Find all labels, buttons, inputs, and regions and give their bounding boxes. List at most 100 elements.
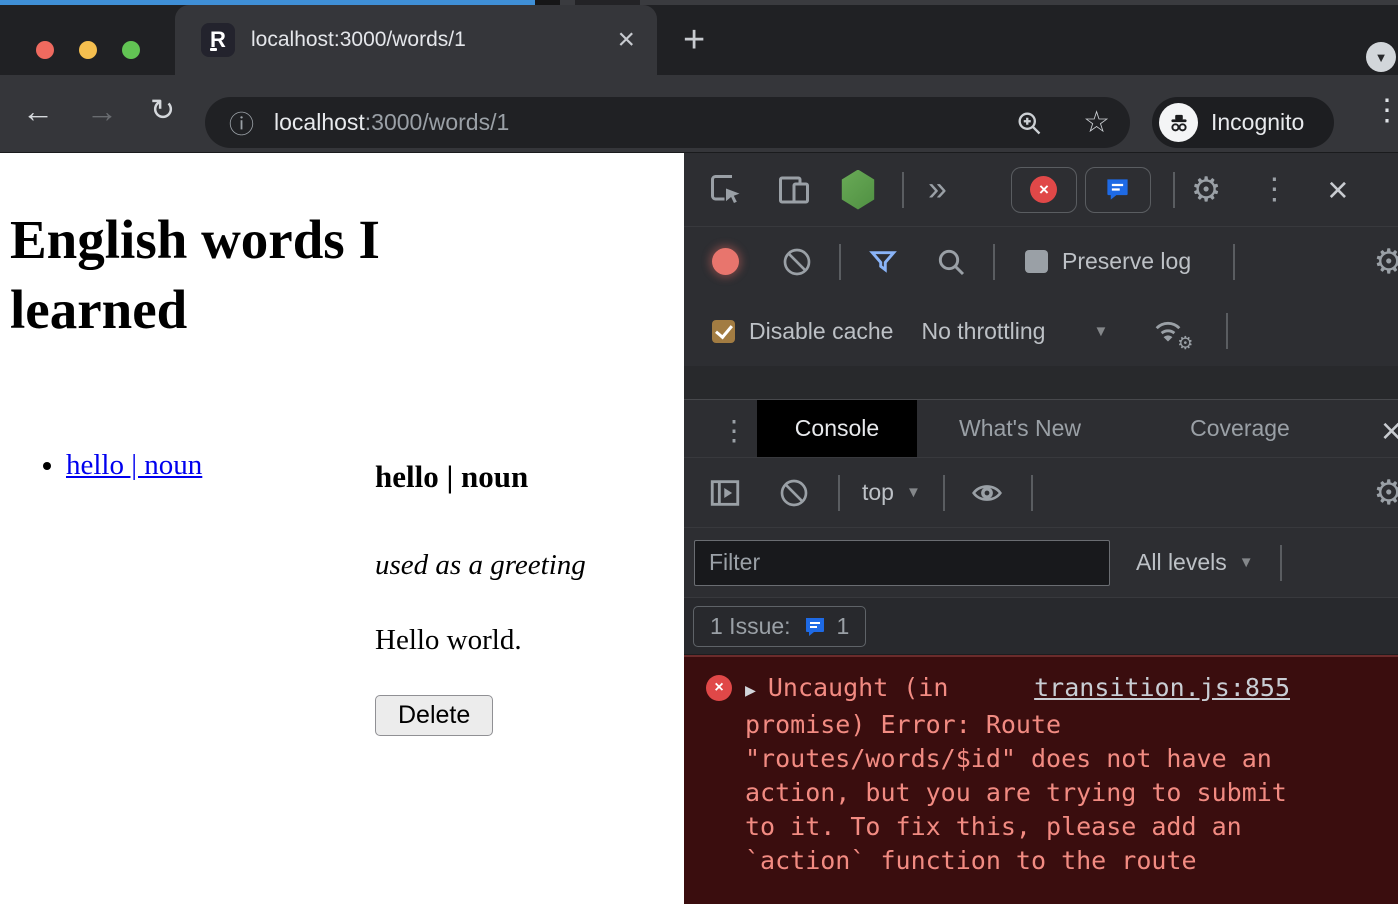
inspect-element-icon[interactable] [708,172,744,208]
page-title: English words I learned [10,205,520,345]
devtools-panel: » × ⚙ ⋮ × [684,153,1398,904]
drawer-close-icon[interactable]: × [1381,410,1398,452]
drawer-tab-bar: ⋮ Console What's New Coverage × [684,399,1398,458]
minimize-window-button[interactable] [79,41,97,59]
incognito-badge: Incognito [1152,97,1334,148]
issues-button[interactable] [1085,167,1151,213]
issue-count: 1 [837,613,850,640]
disable-cache-checkbox[interactable] [712,320,735,343]
url-text: localhost:3000/words/1 [274,109,1015,136]
devtools-close-icon[interactable]: × [1327,169,1348,211]
network-conditions-icon[interactable]: ⚙ [1150,314,1186,348]
tab-coverage[interactable]: Coverage [1175,400,1305,457]
forward-icon[interactable]: → [86,93,118,130]
word-example: Hello world. [375,624,586,657]
separator [1233,244,1235,280]
incognito-label: Incognito [1211,109,1304,136]
issue-counter-button[interactable]: 1 Issue: 1 [693,606,866,647]
error-badge-icon: × [1030,176,1057,203]
clear-console-icon[interactable] [778,477,810,509]
context-selector[interactable]: top [862,479,894,506]
url-path: :3000/words/1 [365,109,509,135]
tab-search-button[interactable]: ▼ [1366,42,1396,72]
tab-whats-new[interactable]: What's New [940,400,1100,457]
reload-icon[interactable]: ↻ [150,93,175,128]
separator [1280,545,1282,581]
back-icon[interactable]: ← [22,93,54,130]
network-conditions-row: Disable cache No throttling ▼ ⚙ [684,296,1398,366]
filter-funnel-icon[interactable] [867,246,899,278]
address-bar[interactable]: ⓘ localhost:3000/words/1 ☆ [205,97,1130,148]
separator [993,244,995,280]
separator [839,244,841,280]
separator [838,475,840,511]
search-icon[interactable] [935,246,967,278]
bookmark-star-icon[interactable]: ☆ [1083,105,1110,140]
throttling-dropdown-icon[interactable]: ▼ [1093,323,1108,340]
zoom-level-icon[interactable] [1015,109,1043,137]
word-list: hello | noun [8,449,202,482]
tab-strip: R localhost:3000/words/1 × + ▼ [0,5,1398,75]
close-window-button[interactable] [36,41,54,59]
error-icon: × [706,675,732,701]
drawer-menu-icon[interactable]: ⋮ [720,414,748,447]
separator [1031,475,1033,511]
error-message-line1: Uncaught (in [768,673,949,702]
preserve-log-checkbox[interactable] [1025,250,1048,273]
separator [902,172,904,208]
navigation-toolbar: ← → ↻ ⓘ localhost:3000/words/1 ☆ [0,75,1398,153]
url-host: localhost [274,109,365,135]
record-network-log-button[interactable] [712,248,739,275]
settings-gear-icon[interactable]: ⚙ [1191,170,1221,210]
error-message: transition.js:855 ▶ Uncaught (in promise)… [745,671,1290,878]
browser-menu-icon[interactable]: ⋮ [1372,93,1398,128]
devtools-main-toolbar: » × ⚙ ⋮ × [684,153,1398,227]
fullscreen-window-button[interactable] [122,41,140,59]
live-expression-eye-icon[interactable] [969,477,1005,509]
console-toolbar: top ▼ ⚙ [684,458,1398,528]
list-item: hello | noun [66,449,202,482]
incognito-icon [1159,103,1198,142]
separator [943,475,945,511]
error-message-rest: promise) Error: Route "routes/words/$id"… [745,708,1290,878]
console-sidebar-icon[interactable] [708,476,742,510]
error-count-button[interactable]: × [1011,167,1077,213]
issue-chat-icon [803,615,827,639]
word-link[interactable]: hello | noun [66,449,202,481]
page-content: English words I learned hello | noun hel… [0,153,684,904]
levels-dropdown-icon[interactable]: ▼ [1239,554,1254,571]
console-filter-input[interactable] [694,540,1110,586]
log-levels-select[interactable]: All levels [1136,549,1227,576]
tab-console[interactable]: Console [757,400,917,457]
site-info-icon[interactable]: ⓘ [229,105,254,141]
nodejs-icon[interactable] [840,170,876,210]
browser-tab[interactable]: R localhost:3000/words/1 × [175,5,657,75]
tab-title: localhost:3000/words/1 [251,28,607,52]
preserve-log-label: Preserve log [1062,248,1191,275]
network-settings-gear-icon[interactable]: ⚙ [1374,242,1398,282]
tab-close-icon[interactable]: × [617,25,635,55]
new-tab-button[interactable]: + [683,22,705,58]
issue-bar: 1 Issue: 1 [684,598,1398,655]
word-detail: hello | noun used as a greeting Hello wo… [375,459,586,736]
remix-favicon-icon: R [201,23,235,57]
clear-network-log-icon[interactable] [781,246,813,278]
word-definition: used as a greeting [375,549,586,582]
conditions-gear-icon: ⚙ [1177,333,1193,354]
error-source-link[interactable]: transition.js:855 [1034,671,1290,705]
separator [1226,313,1228,349]
console-settings-gear-icon[interactable]: ⚙ [1374,473,1398,513]
devtools-menu-icon[interactable]: ⋮ [1259,172,1289,207]
context-dropdown-icon[interactable]: ▼ [906,484,921,501]
network-toolbar: Preserve log ⚙ [684,227,1398,296]
device-toolbar-icon[interactable] [776,172,812,208]
disable-cache-label: Disable cache [749,318,893,345]
console-filter-row: All levels ▼ [684,528,1398,598]
more-tabs-icon[interactable]: » [928,170,947,209]
expand-disclosure-icon[interactable]: ▶ [745,680,756,701]
delete-button[interactable]: Delete [375,695,493,736]
throttling-select[interactable]: No throttling [921,318,1045,345]
issues-chat-icon [1104,176,1131,203]
separator [1173,172,1175,208]
word-detail-title: hello | noun [375,459,586,495]
